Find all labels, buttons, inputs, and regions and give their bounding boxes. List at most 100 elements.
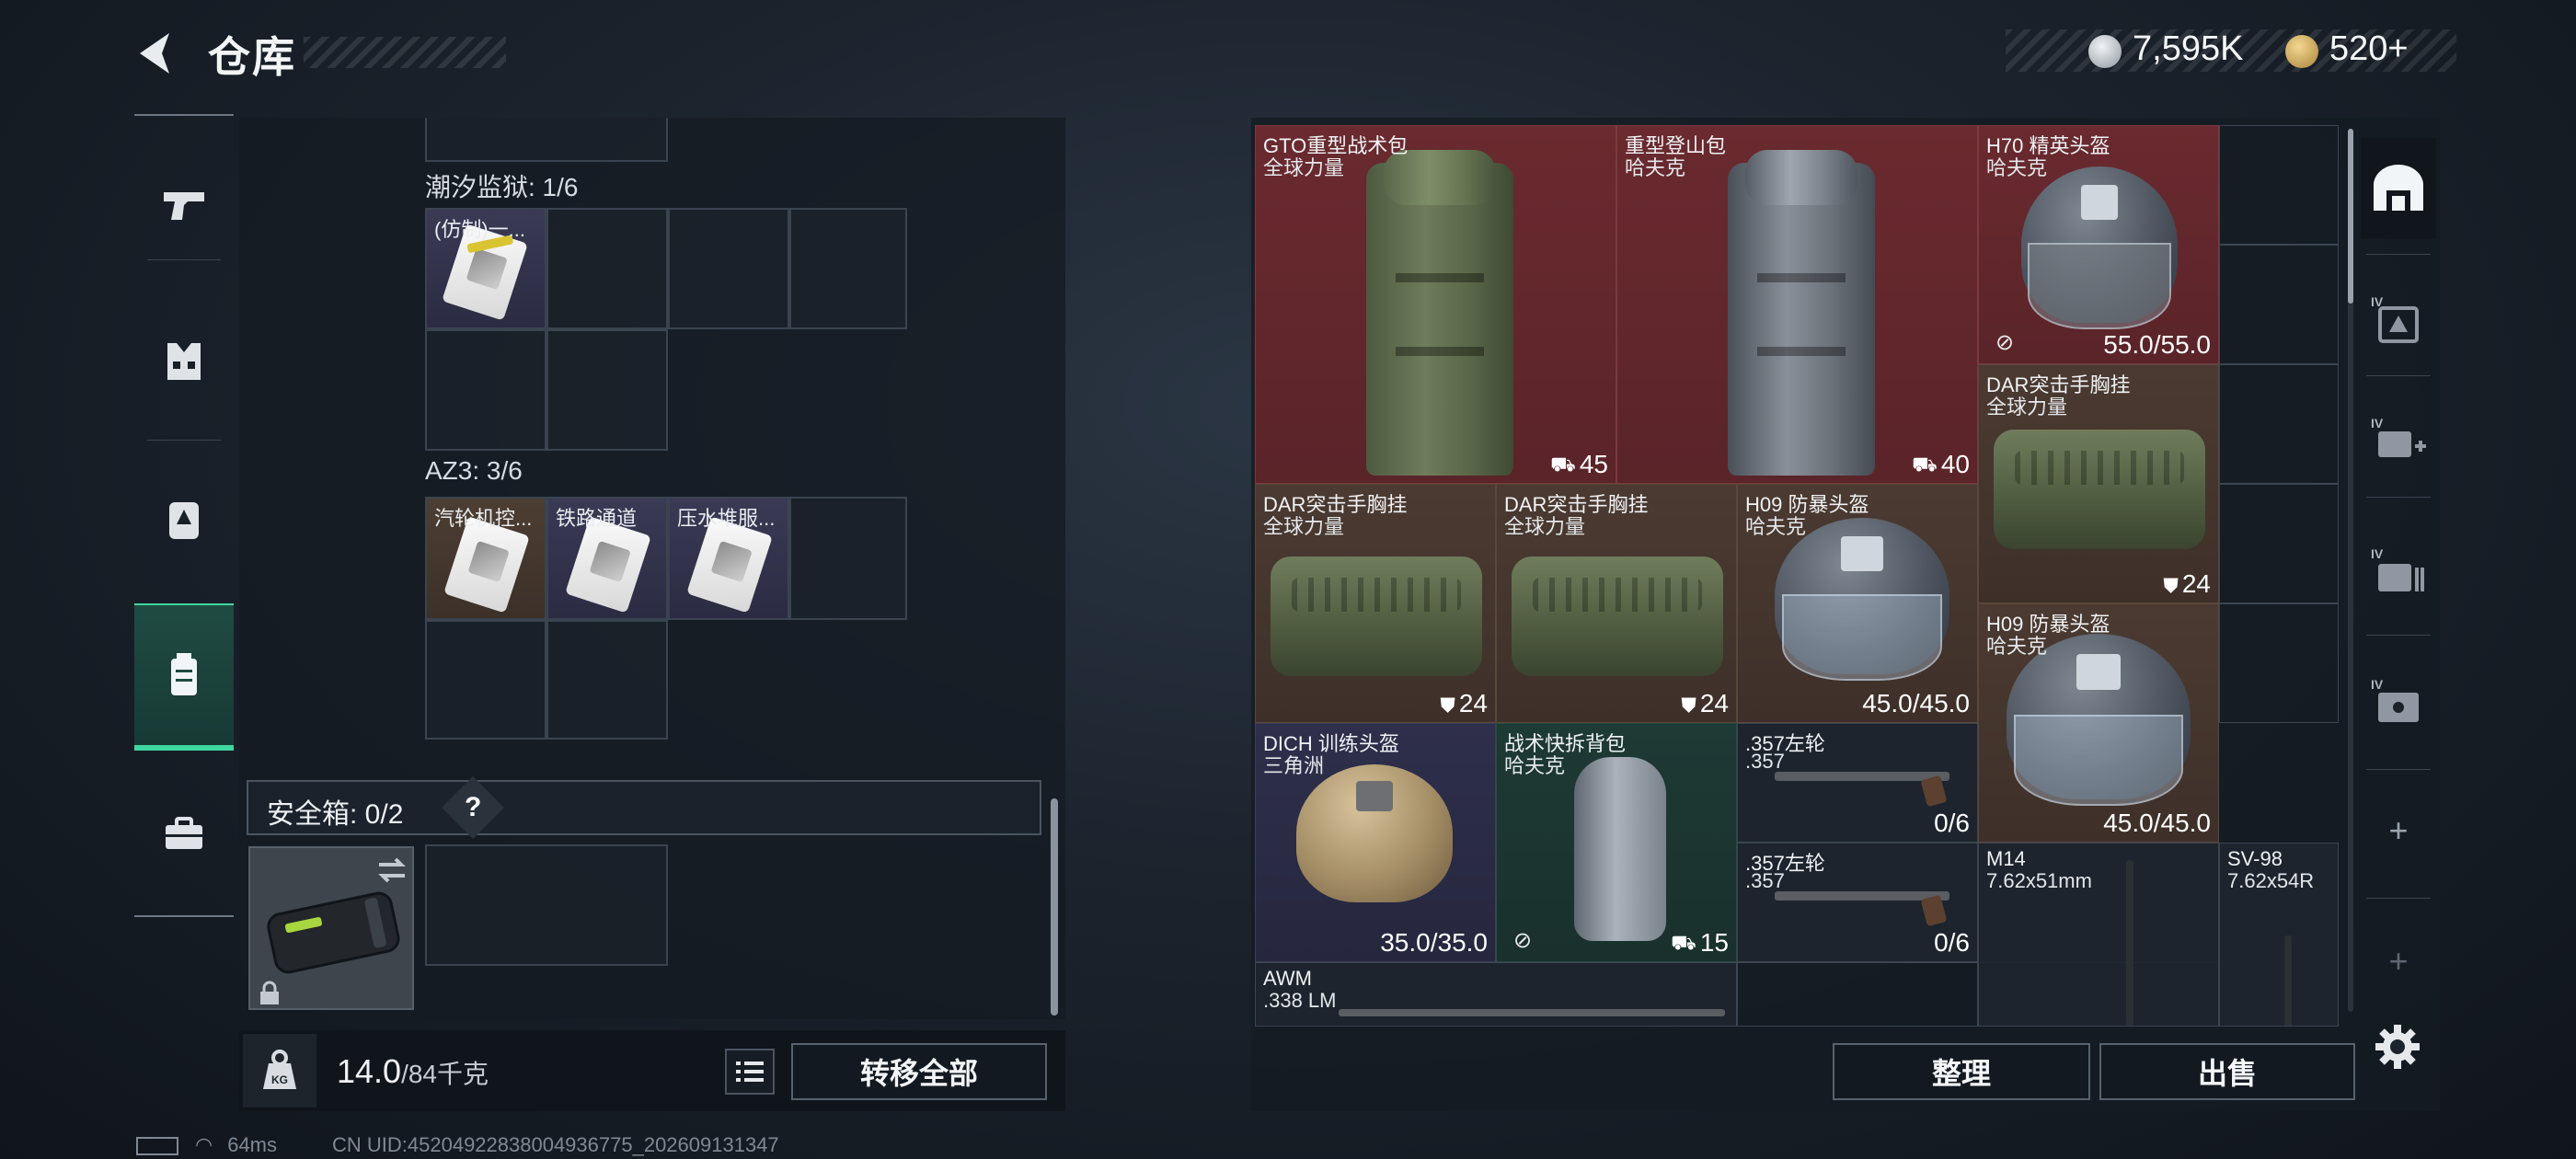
sell-button[interactable]: 出售: [2099, 1043, 2355, 1100]
armor-icon: ⊘: [1995, 330, 2015, 355]
rail-divider: [2366, 898, 2431, 899]
item-brand: 全球力量: [1986, 396, 2068, 419]
backpack-art: [1574, 757, 1666, 941]
rail-item-backpack[interactable]: [134, 469, 234, 570]
item-brand: 哈夫克: [1986, 635, 2048, 658]
safe-box-case[interactable]: [248, 846, 414, 1010]
item-brand: 全球力量: [1263, 515, 1345, 538]
page-title: 仓库: [208, 33, 296, 81]
grid-cell[interactable]: [546, 620, 668, 740]
stash-item-helmet[interactable]: H09 防暴头盔 哈夫克 45.0/45.0: [1737, 484, 1978, 723]
grid-cell[interactable]: [668, 208, 789, 329]
grid-cell[interactable]: [546, 329, 668, 451]
item-caliber: .357: [1745, 869, 1785, 892]
rail-divider: [2366, 497, 2431, 498]
item-name: (仿制)一...: [434, 218, 525, 241]
grid-cell[interactable]: [789, 208, 907, 329]
item-ammo: 0/6: [1934, 809, 1970, 837]
empty-slot[interactable]: [2219, 364, 2339, 484]
gold-currency-value[interactable]: 520+: [2329, 29, 2409, 69]
item-name: M14: [1986, 847, 2026, 870]
weight-current: 14.0: [337, 1052, 402, 1090]
empty-slot[interactable]: [2219, 245, 2339, 364]
list-view-button[interactable]: [725, 1049, 775, 1095]
stash-grid: GTO重型战术包 全球力量 ⛟ 45 重型登山包 哈夫克 ⛟ 40 H70 精英头盔…: [1255, 125, 2339, 1027]
stash-tab-main[interactable]: [2361, 138, 2436, 239]
storage-item-keycard[interactable]: (仿制)一...: [427, 210, 545, 327]
item-caliber: .357: [1745, 750, 1785, 773]
storage-item-keycard[interactable]: 铁路通道: [548, 499, 666, 618]
stash-item-backpack[interactable]: 战术快拆背包 哈夫克 ⊘ ⛟ 15: [1496, 723, 1737, 962]
rail-item-case[interactable]: [134, 784, 234, 885]
svg-text:KG: KG: [271, 1073, 288, 1086]
grid-cell: [425, 118, 668, 162]
swap-icon[interactable]: [374, 854, 410, 887]
item-value: ⛊ 24: [1681, 689, 1729, 718]
stash-item-chest-rig[interactable]: DAR突击手胸挂 全球力量 ⛊ 24: [1978, 364, 2219, 603]
revolver-art: [1775, 891, 1949, 901]
gear-icon[interactable]: [2372, 1021, 2423, 1073]
rail-item-weapon[interactable]: [134, 155, 234, 256]
weight-kg-icon: KG: [263, 1050, 296, 1089]
lock-icon: [260, 981, 279, 1004]
empty-slot[interactable]: [2219, 484, 2339, 603]
rail-bottom-edge: [134, 915, 234, 917]
stash-item-revolver[interactable]: .357左轮 .357 0/6: [1737, 723, 1978, 843]
add-tab-button[interactable]: +: [2361, 811, 2436, 850]
stash-tab-iv-2[interactable]: IV: [2361, 390, 2436, 491]
stash-tab-iv-4[interactable]: IV: [2361, 651, 2436, 752]
stash-item-chest-rig[interactable]: DAR突击手胸挂 全球力量 ⛊ 24: [1496, 484, 1737, 723]
stash-tab-iv-1[interactable]: IV: [2361, 269, 2436, 370]
silver-currency-value: 7,595K: [2133, 29, 2244, 68]
rail-divider: [2366, 254, 2431, 255]
stash-item-chest-rig[interactable]: DAR突击手胸挂 全球力量 ⛊ 24: [1255, 484, 1496, 723]
empty-slot[interactable]: [2219, 125, 2339, 245]
battery-icon: [136, 1137, 178, 1156]
item-value-text: 24: [1458, 689, 1488, 717]
rail-item-vest[interactable]: [134, 311, 234, 412]
pistol-icon: [164, 192, 204, 220]
sort-button[interactable]: 整理: [1833, 1043, 2090, 1100]
uid-text: CN UID:45204922838004936775_202609131347: [332, 1133, 779, 1156]
transfer-all-button[interactable]: 转移全部: [791, 1043, 1047, 1100]
no-armor-icon: ⊘: [1513, 928, 1533, 953]
rail-divider: [2366, 375, 2431, 376]
backpack-capacity-icon: ⛟: [1912, 453, 1938, 476]
stash-item-helmet[interactable]: DICH 训练头盔 三角洲 35.0/35.0: [1255, 723, 1496, 962]
stash-item-rifle[interactable]: M14 7.62x51mm: [1978, 843, 2219, 1027]
storage-scrollbar[interactable]: [1051, 798, 1058, 1016]
storage-item-keycard[interactable]: 汽轮机控...: [427, 499, 545, 618]
stash-item-backpack[interactable]: GTO重型战术包 全球力量 ⛟ 45: [1255, 125, 1616, 484]
help-text: ?: [464, 791, 482, 822]
stash-tab-iv-3[interactable]: IV: [2361, 521, 2436, 622]
item-value-text: 40: [1940, 449, 1970, 478]
backpack-art: [1728, 150, 1875, 476]
stash-item-helmet[interactable]: H70 精英头盔 哈夫克 ⊘ 55.0/55.0: [1978, 125, 2219, 364]
back-arrow-icon[interactable]: [129, 26, 184, 81]
grid-cell[interactable]: [546, 208, 668, 329]
stash-item-rifle[interactable]: SV-98 7.62x54R: [2219, 843, 2339, 1027]
rifle-art: [2126, 860, 2133, 1026]
safe-box-slot[interactable]: [425, 844, 668, 966]
rail-top-edge: [134, 114, 234, 120]
chest-rig-art: [1994, 430, 2205, 549]
item-brand: 哈夫克: [1745, 515, 1807, 538]
stash-item-revolver[interactable]: .357左轮 .357 0/6: [1737, 843, 1978, 962]
storage-item-keycard[interactable]: 压水堆服...: [670, 499, 788, 618]
item-value: ⛟ 45: [1550, 450, 1608, 479]
add-tab-button-disabled[interactable]: +: [2361, 942, 2436, 981]
item-value-text: 15: [1699, 927, 1729, 957]
empty-slot[interactable]: [1737, 962, 1978, 1027]
stash-item-helmet[interactable]: H09 防暴头盔 哈夫克 45.0/45.0: [1978, 603, 2219, 843]
stash-scrollbar[interactable]: [2348, 129, 2353, 304]
grid-cell[interactable]: [425, 329, 546, 451]
weight-value: 14.0/84千克: [337, 1052, 489, 1091]
stash-item-rifle[interactable]: AWM .338 LM: [1255, 962, 1737, 1027]
grid-cell[interactable]: [789, 497, 907, 620]
vest-capacity-icon: ⛊: [1681, 693, 1696, 717]
empty-slot[interactable]: [2219, 603, 2339, 723]
chest-rig-art: [1271, 557, 1482, 676]
rail-item-container[interactable]: [134, 603, 234, 751]
stash-item-backpack[interactable]: 重型登山包 哈夫克 ⛟ 40: [1616, 125, 1978, 484]
grid-cell[interactable]: [425, 620, 546, 740]
